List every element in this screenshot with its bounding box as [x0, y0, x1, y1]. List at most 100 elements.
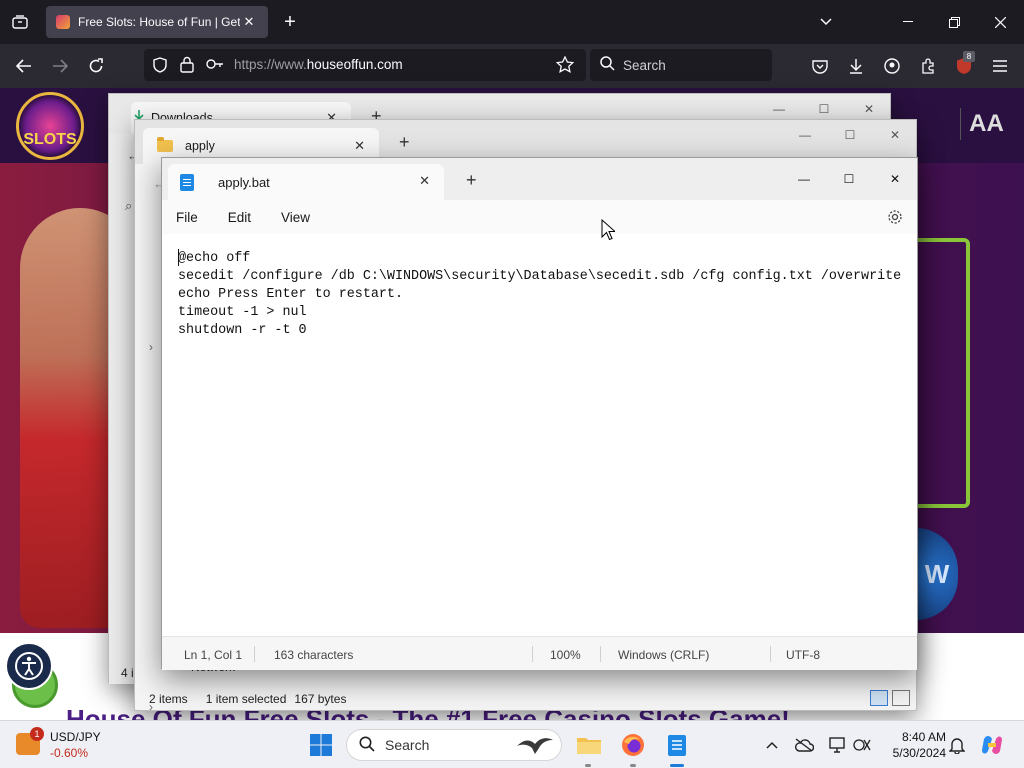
running-app-indicator: [585, 764, 591, 767]
notepad-tab-title: apply.bat: [218, 174, 270, 190]
notepad-window: apply.bat ✕ + — ☐ ✕ File Edit View @echo…: [161, 157, 918, 670]
notepad-status-bar: Ln 1, Col 1 163 characters 100% Windows …: [162, 636, 917, 670]
status-line-ending[interactable]: Windows (CRLF): [618, 648, 709, 662]
status-character-count: 163 characters: [274, 648, 354, 662]
active-app-indicator: [670, 764, 684, 767]
windows-start-icon[interactable]: [308, 732, 334, 758]
browser-tab-title: Free Slots: House of Fun | Get 1: [78, 15, 240, 29]
accessibility-icon[interactable]: [5, 642, 53, 690]
status-item-count-partial: 4 i: [121, 666, 134, 680]
menu-file[interactable]: File: [176, 210, 198, 225]
view-toggle: [870, 690, 910, 706]
close-window-icon[interactable]: ✕: [875, 120, 915, 150]
hero-frame-decoration: [918, 238, 970, 508]
browser-search-placeholder: Search: [623, 57, 666, 73]
status-cursor-position: Ln 1, Col 1: [184, 648, 243, 662]
taskbar-search-label: Search: [385, 737, 430, 753]
stock-widget[interactable]: 1 USD/JPY -0.60%: [16, 727, 126, 763]
firefox-taskbar-icon[interactable]: [618, 729, 648, 761]
extension-count-badge: 8: [963, 51, 975, 62]
stock-change: -0.60%: [50, 746, 89, 760]
browser-search-box[interactable]: Search: [590, 49, 772, 81]
notepad-tab[interactable]: apply.bat ✕: [168, 164, 444, 200]
notepad-menu-bar: File Edit View: [162, 200, 917, 234]
minimize-icon[interactable]: [896, 10, 920, 34]
minimize-icon[interactable]: —: [784, 164, 824, 194]
back-icon[interactable]: [12, 54, 36, 78]
status-item-count: 2 items: [149, 692, 188, 706]
downloads-icon[interactable]: [844, 54, 868, 78]
status-encoding[interactable]: UTF-8: [786, 648, 820, 662]
app-menu-icon[interactable]: [988, 54, 1012, 78]
permissions-key-icon[interactable]: [206, 58, 224, 73]
notepad-taskbar-icon[interactable]: [662, 727, 692, 763]
onedrive-offline-icon[interactable]: [792, 733, 816, 757]
downloads-nav-fragment: [109, 134, 135, 684]
explorer-nav-pane: › › › ›: [135, 230, 163, 768]
chevron-right-icon[interactable]: ›: [149, 340, 153, 354]
stock-symbol: USD/JPY: [50, 730, 101, 744]
file-explorer-taskbar-icon[interactable]: [574, 729, 604, 761]
details-view-icon[interactable]: [870, 690, 888, 706]
url-text: https://www.houseoffun.com: [234, 57, 403, 72]
menu-edit[interactable]: Edit: [228, 210, 251, 225]
status-selection: 1 item selected: [205, 692, 287, 706]
search-highlight-bird-icon: [515, 734, 555, 759]
notification-bell-icon[interactable]: [946, 733, 968, 757]
display-icon[interactable]: [826, 733, 850, 757]
menu-view[interactable]: View: [281, 210, 310, 225]
new-tab-button[interactable]: +: [278, 10, 302, 34]
minimize-icon[interactable]: —: [785, 120, 825, 150]
search-icon: [359, 736, 375, 755]
url-protocol: https://www.: [234, 57, 307, 72]
close-tab-icon[interactable]: ✕: [419, 173, 430, 189]
maximize-icon[interactable]: ☐: [829, 164, 869, 194]
lock-icon[interactable]: [180, 56, 194, 76]
close-tab-icon[interactable]: ✕: [354, 138, 365, 154]
close-window-icon[interactable]: [988, 10, 1012, 34]
new-tab-button[interactable]: +: [466, 170, 477, 191]
clock-date: 5/30/2024: [892, 746, 946, 760]
notepad-titlebar: apply.bat ✕ + — ☐ ✕: [162, 158, 917, 200]
browser-tab-active[interactable]: Free Slots: House of Fun | Get 1 ✕: [46, 6, 268, 38]
close-tab-icon[interactable]: ✕: [240, 14, 258, 30]
account-icon[interactable]: [880, 54, 904, 78]
tab-list-icon[interactable]: [8, 11, 32, 33]
network-disconnected-icon[interactable]: [850, 733, 874, 757]
status-zoom[interactable]: 100%: [550, 648, 581, 662]
status-file-size: 167 bytes: [294, 692, 347, 706]
taskbar: 1 USD/JPY -0.60% Search 8:40 AM 5/30/202…: [0, 720, 1024, 768]
notepad-icon: [180, 173, 194, 191]
tiles-view-icon[interactable]: [892, 690, 910, 706]
text-size-button[interactable]: AA: [960, 108, 1012, 140]
slots-logo[interactable]: SLOTS: [16, 92, 84, 160]
notepad-text-area[interactable]: @echo off secedit /configure /db C:\WIND…: [162, 234, 917, 636]
extensions-icon[interactable]: [916, 54, 940, 78]
restore-icon[interactable]: [942, 10, 966, 34]
text-caret: [178, 249, 179, 266]
bookmark-star-icon[interactable]: [555, 55, 575, 76]
search-icon: ⌕: [125, 198, 133, 213]
apply-folder-tab-title: apply: [185, 139, 215, 153]
maximize-icon[interactable]: ☐: [830, 120, 870, 150]
close-window-icon[interactable]: ✕: [875, 164, 915, 194]
browser-tabstrip: Free Slots: House of Fun | Get 1 ✕ +: [0, 0, 1024, 44]
search-icon: [600, 56, 615, 74]
forward-icon[interactable]: [48, 54, 72, 78]
settings-gear-icon[interactable]: [885, 207, 905, 227]
notification-badge: 1: [30, 727, 44, 741]
copilot-icon[interactable]: [978, 731, 1006, 759]
system-clock[interactable]: 8:40 AM 5/30/2024: [880, 729, 946, 761]
list-all-tabs-icon[interactable]: [814, 10, 838, 34]
browser-navbar: https://www.houseoffun.com Search: [0, 44, 1024, 88]
shield-icon[interactable]: [152, 57, 168, 76]
url-bar[interactable]: https://www.houseoffun.com: [144, 49, 586, 81]
url-host: houseoffun.com: [306, 57, 403, 72]
site-favicon-icon: [56, 15, 70, 29]
clock-time: 8:40 AM: [901, 730, 946, 744]
new-tab-button[interactable]: +: [399, 132, 410, 153]
taskbar-search-box[interactable]: Search: [346, 729, 562, 761]
reload-icon[interactable]: [84, 54, 108, 78]
pocket-icon[interactable]: [808, 54, 832, 78]
chevron-up-icon[interactable]: [762, 733, 782, 757]
